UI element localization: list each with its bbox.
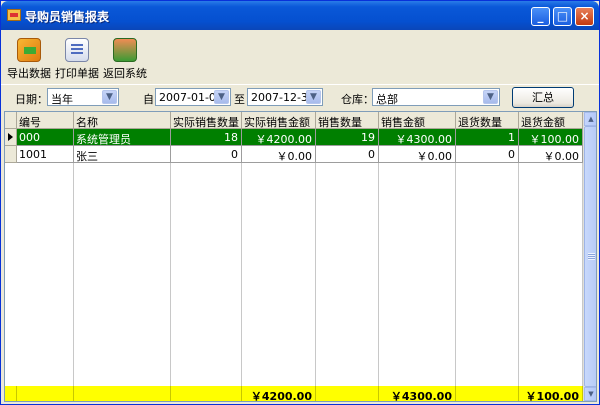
cell-return-qty[interactable]: 0 xyxy=(456,146,519,163)
vertical-scrollbar[interactable]: ▲ ▼ xyxy=(583,112,596,401)
from-label: 自 xyxy=(143,93,154,106)
row-indicator xyxy=(5,129,17,146)
title-bar[interactable]: 导购员销售报表 _ □ × xyxy=(1,1,599,30)
date-range-select[interactable]: 当年 ▼ xyxy=(47,88,119,106)
grid-header: 编号 名称 实际销售数量 实际销售金额 销售数量 销售金额 退货数量 退货金额 xyxy=(5,112,583,129)
cell-return-amount[interactable]: ￥0.00 xyxy=(519,146,583,163)
dropdown-arrow-icon[interactable]: ▼ xyxy=(214,90,229,104)
app-icon xyxy=(7,9,21,21)
footer-return-qty xyxy=(456,386,519,401)
print-icon xyxy=(65,38,89,62)
window-title: 导购员销售报表 xyxy=(25,10,110,24)
grip-icon xyxy=(588,253,595,260)
col-header-id[interactable]: 编号 xyxy=(17,112,74,129)
row-pointer-icon xyxy=(8,133,13,141)
warehouse-label: 仓库： xyxy=(341,93,374,106)
maximize-button[interactable]: □ xyxy=(553,7,572,26)
cell-sales-amount[interactable]: ￥4300.00 xyxy=(379,129,456,146)
print-label: 打印单据 xyxy=(55,67,99,80)
data-grid[interactable]: 编号 名称 实际销售数量 实际销售金额 销售数量 销售金额 退货数量 退货金额 … xyxy=(4,111,597,402)
cell-sales-qty[interactable]: 0 xyxy=(316,146,379,163)
cell-name[interactable]: 系统管理员 xyxy=(74,129,171,146)
col-header-actual-qty[interactable]: 实际销售数量 xyxy=(171,112,242,129)
cell-return-qty[interactable]: 1 xyxy=(456,129,519,146)
cell-return-amount[interactable]: ￥100.00 xyxy=(519,129,583,146)
toolbar: 导出数据 打印单据 返回系统 xyxy=(1,30,599,82)
cell-id[interactable]: 1001 xyxy=(17,146,74,163)
to-date-picker[interactable]: 2007-12-31 ▼ xyxy=(247,88,323,106)
back-label: 返回系统 xyxy=(103,67,147,80)
dropdown-arrow-icon[interactable]: ▼ xyxy=(102,90,117,104)
filter-bar: 日期： 当年 ▼ 自 2007-01-01 ▼ 至 2007-12-31 ▼ 仓… xyxy=(1,84,599,108)
col-header-actual-amount[interactable]: 实际销售金额 xyxy=(242,112,316,129)
cell-actual-qty[interactable]: 18 xyxy=(171,129,242,146)
export-icon xyxy=(17,38,41,62)
summary-button[interactable]: 汇总 xyxy=(512,87,574,108)
cell-actual-amount[interactable]: ￥4200.00 xyxy=(242,129,316,146)
scroll-down-icon[interactable]: ▼ xyxy=(584,387,596,401)
back-button[interactable]: 返回系统 xyxy=(103,38,147,81)
warehouse-select[interactable]: 总部 ▼ xyxy=(372,88,500,106)
footer-actual-qty xyxy=(171,386,242,401)
print-button[interactable]: 打印单据 xyxy=(55,38,99,81)
scroll-thumb[interactable] xyxy=(584,126,596,387)
footer-indicator xyxy=(5,386,17,401)
to-label: 至 xyxy=(234,93,245,106)
cell-name[interactable]: 张三 xyxy=(74,146,171,163)
back-icon xyxy=(113,38,137,62)
header-indicator xyxy=(5,112,17,129)
cell-actual-amount[interactable]: ￥0.00 xyxy=(242,146,316,163)
row-indicator xyxy=(5,146,17,163)
footer-sales-amount: ￥4300.00 xyxy=(379,386,456,401)
from-date-picker[interactable]: 2007-01-01 ▼ xyxy=(155,88,231,106)
export-button[interactable]: 导出数据 xyxy=(7,38,51,81)
cell-sales-qty[interactable]: 19 xyxy=(316,129,379,146)
col-header-return-amount[interactable]: 退货金额 xyxy=(519,112,583,129)
footer-actual-amount: ￥4200.00 xyxy=(242,386,316,401)
col-header-sales-qty[interactable]: 销售数量 xyxy=(316,112,379,129)
date-range-value: 当年 xyxy=(51,93,73,106)
col-header-return-qty[interactable]: 退货数量 xyxy=(456,112,519,129)
col-header-name[interactable]: 名称 xyxy=(74,112,171,129)
minimize-button[interactable]: _ xyxy=(531,7,550,26)
cell-id[interactable]: 000 xyxy=(17,129,74,146)
warehouse-value: 总部 xyxy=(376,93,398,106)
date-label: 日期： xyxy=(15,93,48,106)
close-button[interactable]: × xyxy=(575,7,594,26)
cell-sales-amount[interactable]: ￥0.00 xyxy=(379,146,456,163)
report-window: 导购员销售报表 _ □ × 导出数据 打印单据 返回系统 日期： 当年 ▼ 自 … xyxy=(0,0,600,405)
scroll-up-icon[interactable]: ▲ xyxy=(584,112,596,126)
footer-sales-qty xyxy=(316,386,379,401)
export-label: 导出数据 xyxy=(7,67,51,80)
footer-name xyxy=(74,386,171,401)
footer-return-amount: ￥100.00 xyxy=(519,386,583,401)
cell-actual-qty[interactable]: 0 xyxy=(171,146,242,163)
col-header-sales-amount[interactable]: 销售金额 xyxy=(379,112,456,129)
dropdown-arrow-icon[interactable]: ▼ xyxy=(483,90,498,104)
footer-id xyxy=(17,386,74,401)
dropdown-arrow-icon[interactable]: ▼ xyxy=(306,90,321,104)
